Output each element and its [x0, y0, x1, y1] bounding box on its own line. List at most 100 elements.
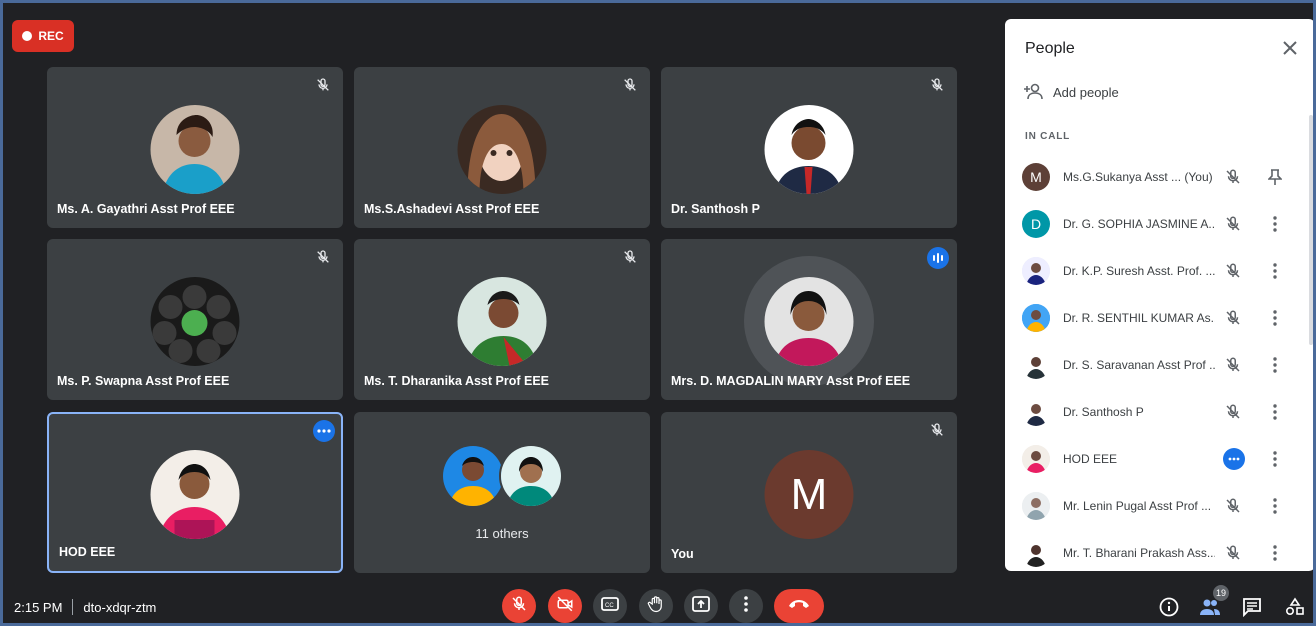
mic-off-icon — [1223, 167, 1243, 187]
list-item[interactable]: D Dr. G. SOPHIA JASMINE A... — [1005, 200, 1305, 247]
participant-name: Ms. P. Swapna Asst Prof EEE — [57, 374, 230, 388]
meeting-info: 2:15 PM dto-xdqr-ztm — [14, 599, 156, 615]
more-vert-icon[interactable] — [1267, 449, 1283, 469]
avatar — [764, 277, 854, 366]
mic-off-icon — [1223, 214, 1243, 234]
avatar — [1022, 539, 1050, 568]
camera-off-icon — [556, 595, 574, 618]
others-avatars — [354, 444, 650, 508]
avatar — [150, 105, 240, 194]
participant-name: HOD EEE — [59, 545, 116, 559]
participant-name: Ms.S.Ashadevi Asst Prof EEE — [364, 202, 540, 216]
raise-hand-button[interactable] — [639, 589, 673, 623]
avatar — [1022, 256, 1050, 285]
avatar — [150, 277, 240, 366]
more-vert-icon[interactable] — [1267, 355, 1283, 375]
present-screen-icon — [692, 595, 710, 617]
participant-name: Mr. Lenin Pugal Asst Prof ... — [1063, 499, 1212, 514]
mic-off-icon — [1223, 402, 1243, 422]
participant-name: Dr. S. Saravanan Asst Prof ... — [1063, 357, 1215, 372]
people-count-badge: 19 — [1213, 585, 1229, 601]
participant-tile[interactable]: Mrs. D. MAGDALIN MARY Asst Prof EEE — [661, 239, 957, 400]
divider — [72, 599, 74, 615]
participant-name: Dr. K.P. Suresh Asst. Prof. ... — [1063, 263, 1215, 278]
participant-tile[interactable]: Ms. P. Swapna Asst Prof EEE — [47, 239, 343, 400]
participant-name: Ms.G.Sukanya Asst ... (You) — [1063, 169, 1213, 184]
others-count-label: 11 others — [475, 526, 529, 541]
participant-tile[interactable]: M You — [661, 412, 957, 573]
more-vert-icon[interactable] — [1267, 402, 1283, 422]
captions-button[interactable]: CC — [593, 589, 627, 623]
participant-tile[interactable]: Ms. T. Dharanika Asst Prof EEE — [354, 239, 650, 400]
close-icon[interactable] — [1281, 39, 1299, 57]
mic-off-icon — [1223, 543, 1243, 563]
mic-off-icon — [1223, 261, 1243, 281]
scrollbar[interactable] — [1309, 115, 1313, 345]
participant-tile[interactable]: Dr. Santhosh P — [661, 67, 957, 228]
info-icon[interactable] — [1157, 595, 1181, 619]
avatar — [1022, 350, 1050, 379]
more-vert-icon[interactable] — [1267, 496, 1283, 516]
camera-toggle-button[interactable] — [548, 589, 582, 623]
list-item[interactable]: Dr. R. SENTHIL KUMAR As... — [1005, 294, 1305, 341]
people-panel: People Add people IN CALL M Ms.G.Sukanya… — [1005, 19, 1313, 571]
avatar: M — [1022, 162, 1050, 191]
avatar — [1022, 398, 1050, 427]
participant-name: Dr. G. SOPHIA JASMINE A... — [1063, 216, 1215, 231]
list-item[interactable]: Mr. T. Bharani Prakash Ass... — [1005, 530, 1305, 571]
chat-icon[interactable] — [1240, 595, 1264, 619]
more-options-icon[interactable] — [1223, 448, 1245, 471]
speaking-indicator-icon — [927, 247, 949, 269]
list-item[interactable]: M Ms.G.Sukanya Asst ... (You) — [1005, 153, 1305, 200]
more-vert-icon[interactable] — [1267, 308, 1283, 328]
more-vert-icon[interactable] — [1267, 543, 1283, 563]
avatar — [764, 105, 854, 194]
meet-window: REC Ms. A. Gayathri Asst Prof EEE Ms.S.A… — [3, 3, 1313, 623]
list-item[interactable]: Mr. Lenin Pugal Asst Prof ... — [1005, 483, 1305, 530]
others-tile[interactable]: 11 others — [354, 412, 650, 573]
participant-name: Mr. T. Bharani Prakash Ass... — [1063, 546, 1215, 561]
more-options-button[interactable] — [729, 589, 763, 623]
recording-indicator: REC — [12, 20, 74, 52]
participant-name: You — [671, 547, 694, 561]
mic-off-icon — [1223, 355, 1243, 375]
present-button[interactable] — [684, 589, 718, 623]
hand-icon — [647, 595, 665, 618]
list-item[interactable]: Dr. K.P. Suresh Asst. Prof. ... — [1005, 247, 1305, 294]
participant-tile[interactable]: Ms.S.Ashadevi Asst Prof EEE — [354, 67, 650, 228]
participant-name: Dr. Santhosh P — [671, 202, 760, 216]
add-people-label: Add people — [1053, 85, 1119, 100]
letter-avatar: M — [764, 450, 854, 539]
avatar — [499, 444, 563, 508]
add-person-icon — [1023, 82, 1043, 103]
more-vert-icon[interactable] — [1267, 214, 1283, 234]
more-options-icon[interactable] — [313, 420, 335, 442]
avatar — [150, 450, 240, 539]
more-vert-icon[interactable] — [1267, 261, 1283, 281]
participant-tile[interactable]: HOD EEE — [47, 412, 343, 573]
mic-off-icon — [1223, 308, 1243, 328]
participant-tile[interactable]: Ms. A. Gayathri Asst Prof EEE — [47, 67, 343, 228]
add-people-button[interactable]: Add people — [1023, 82, 1119, 103]
mic-off-icon — [620, 247, 640, 267]
avatar — [1022, 492, 1050, 521]
list-item[interactable]: Dr. Santhosh P — [1005, 388, 1305, 435]
activities-icon[interactable] — [1283, 595, 1307, 619]
leave-call-button[interactable] — [774, 589, 824, 623]
panel-title: People — [1025, 40, 1075, 57]
mic-off-icon — [927, 420, 947, 440]
captions-icon: CC — [601, 596, 619, 617]
list-item[interactable]: HOD EEE — [1005, 436, 1305, 483]
avatar — [457, 105, 547, 194]
mic-toggle-button[interactable] — [502, 589, 536, 623]
mic-off-icon — [313, 247, 333, 267]
participant-name: Mrs. D. MAGDALIN MARY Asst Prof EEE — [671, 374, 911, 388]
avatar — [1022, 445, 1050, 474]
pin-icon[interactable] — [1267, 167, 1283, 187]
participant-name: Ms. T. Dharanika Asst Prof EEE — [364, 374, 550, 388]
list-item[interactable]: Dr. S. Saravanan Asst Prof ... — [1005, 341, 1305, 388]
participant-name: HOD EEE — [1063, 452, 1118, 467]
mic-off-icon — [927, 75, 947, 95]
mic-off-icon — [313, 75, 333, 95]
mic-off-icon — [620, 75, 640, 95]
